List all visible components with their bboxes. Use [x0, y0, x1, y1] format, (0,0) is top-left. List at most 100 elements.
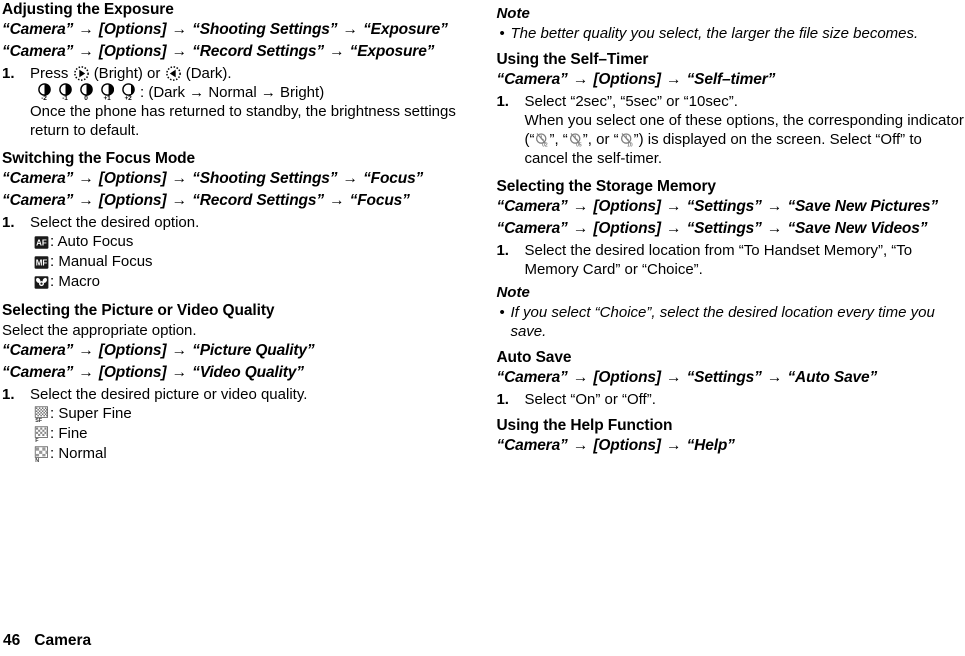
note-heading-quality: Note [496, 5, 530, 22]
step-number: 1. [496, 242, 509, 259]
footer-chapter-name: Camera [34, 632, 92, 649]
nav-step: “Save New Pictures” [787, 198, 938, 215]
nav-step: “Record Settings” [192, 192, 324, 209]
nav-step: [Options] [593, 198, 661, 215]
note-item-storage: • If you select “Choice”, select the des… [496, 303, 965, 341]
note-heading-storage: Note [496, 284, 530, 301]
nav-step: “Camera” [2, 364, 74, 381]
self-timer-05-icon: 05 [568, 132, 583, 147]
arrow-icon: → [171, 342, 188, 359]
section-heading-using-self-timer: Using the Self–Timer [496, 51, 649, 68]
quality-normal-icon: N [34, 445, 49, 463]
step-quality-1: 1. Select the desired picture or video q… [2, 385, 471, 464]
step-text: (Dark). [185, 65, 232, 82]
left-column: Adjusting the Exposure “Camera” → [Optio… [2, 0, 471, 600]
nav-step: “Picture Quality” [192, 342, 315, 359]
nav-path-picture-quality: “Camera” → [Options] → “Picture Quality” [2, 341, 471, 361]
step-content: Select “On” or “Off”. [524, 391, 656, 408]
svg-text:05: 05 [576, 143, 582, 147]
nav-step: “Camera” [496, 437, 568, 454]
nav-step: [Options] [98, 21, 167, 38]
section-heading-auto-save: Auto Save [496, 349, 572, 366]
nav-step: “Self–timer” [686, 71, 776, 88]
arrow-icon: → [766, 198, 783, 215]
step-text: (Bright) or [93, 65, 161, 82]
exposure-icon-plus1: +1 [97, 83, 117, 102]
nav-step: “Settings” [686, 220, 762, 237]
arrow-icon: → [171, 21, 188, 38]
self-timer-02-icon: 02 [534, 132, 549, 147]
arrow-icon: → [572, 220, 589, 237]
nav-step: “Camera” [2, 170, 74, 187]
nav-step: “Help” [686, 437, 735, 454]
note-text-part: ”, or “ [582, 131, 619, 148]
nav-step: [Options] [98, 364, 167, 381]
nav-path-auto-save: “Camera” → [Options] → “Settings” → “Aut… [496, 368, 965, 388]
nav-path-focus-record: “Camera” → [Options] → “Record Settings”… [2, 191, 471, 211]
arrow-icon: → [666, 71, 682, 88]
step-storage-1: 1. Select the desired location from “To … [496, 241, 965, 279]
nav-path-save-new-videos: “Camera” → [Options] → “Settings” → “Sav… [496, 219, 965, 239]
nav-step: “Camera” [496, 198, 568, 215]
page-footer: 46 Camera [3, 632, 91, 650]
arrow-icon: → [666, 220, 682, 237]
step-instruction-line: Select “2sec”, “5sec” or “10sec”. [524, 93, 738, 110]
nav-step: “Camera” [2, 342, 74, 359]
step-content: Select the desired picture or video qual… [30, 385, 471, 464]
right-column: Note • The better quality you select, th… [496, 0, 965, 600]
self-timer-10-icon: 10 [619, 132, 634, 147]
nav-step: “Exposure” [363, 21, 448, 38]
nav-step: “Save New Videos” [787, 220, 928, 237]
step-self-timer-1: 1. Select “2sec”, “5sec” or “10sec”. Whe… [496, 92, 965, 168]
quality-option-normal: N : Normal [34, 444, 471, 464]
arrow-icon: → [572, 198, 589, 215]
nav-step: “Focus” [349, 192, 410, 209]
nav-step: [Options] [593, 220, 661, 237]
step-text: Press [30, 65, 69, 82]
arrow-icon: → [78, 342, 94, 359]
step-auto-save-1: 1. Select “On” or “Off”. [496, 390, 965, 409]
arrow-icon: → [78, 364, 94, 381]
section-heading-switching-focus-mode: Switching the Focus Mode [2, 150, 196, 167]
nav-path-exposure-shooting: “Camera” → [Options] → “Shooting Setting… [2, 20, 471, 40]
exposure-caption: : (Dark → Normal → Bright) [140, 84, 325, 101]
nav-step: [Options] [98, 43, 167, 60]
arrow-icon: → [766, 369, 783, 386]
nav-step: “Focus” [363, 170, 424, 187]
nav-step: “Camera” [496, 369, 568, 386]
self-timer-indicator-note: When you select one of these options, th… [524, 111, 965, 168]
note-text: The better quality you select, the large… [510, 25, 919, 42]
arrow-icon: → [78, 192, 94, 209]
step-number: 1. [2, 214, 15, 231]
step-exposure-1: 1. Press (Bright) or (Dark). -2 -1 0 +1 … [2, 64, 471, 140]
arrow-icon: → [572, 71, 589, 88]
arrow-icon: → [572, 369, 589, 386]
quality-option-label: : Normal [50, 445, 107, 462]
quality-option-label: : Super Fine [50, 405, 132, 422]
bullet-icon: • [499, 25, 505, 42]
nav-step: “Camera” [2, 192, 74, 209]
arrow-icon: → [171, 170, 188, 187]
step-number: 1. [496, 93, 509, 110]
focus-option-macro: : Macro [34, 272, 471, 292]
nav-step: “Camera” [2, 21, 74, 38]
arrow-icon: → [78, 21, 94, 38]
manual-page: Adjusting the Exposure “Camera” → [Optio… [0, 0, 965, 656]
nav-step: “Video Quality” [192, 364, 304, 381]
svg-text:10: 10 [627, 143, 633, 147]
quality-intro-text: Select the appropriate option. [2, 322, 197, 339]
nav-step: “Exposure” [349, 43, 435, 60]
nav-path-exposure-record: “Camera” → [Options] → “Record Settings”… [2, 42, 471, 62]
arrow-icon: → [342, 170, 359, 187]
nav-step: [Options] [98, 170, 167, 187]
arrow-icon: → [171, 192, 188, 209]
column-gutter [471, 0, 497, 600]
mf-badge-icon: MF [34, 255, 49, 270]
step-focus-1: 1. Select the desired option. AF : Auto … [2, 213, 471, 292]
nav-step: [Options] [98, 192, 167, 209]
quality-option-fine: F : Fine [34, 424, 471, 444]
arrow-icon: → [171, 364, 188, 381]
